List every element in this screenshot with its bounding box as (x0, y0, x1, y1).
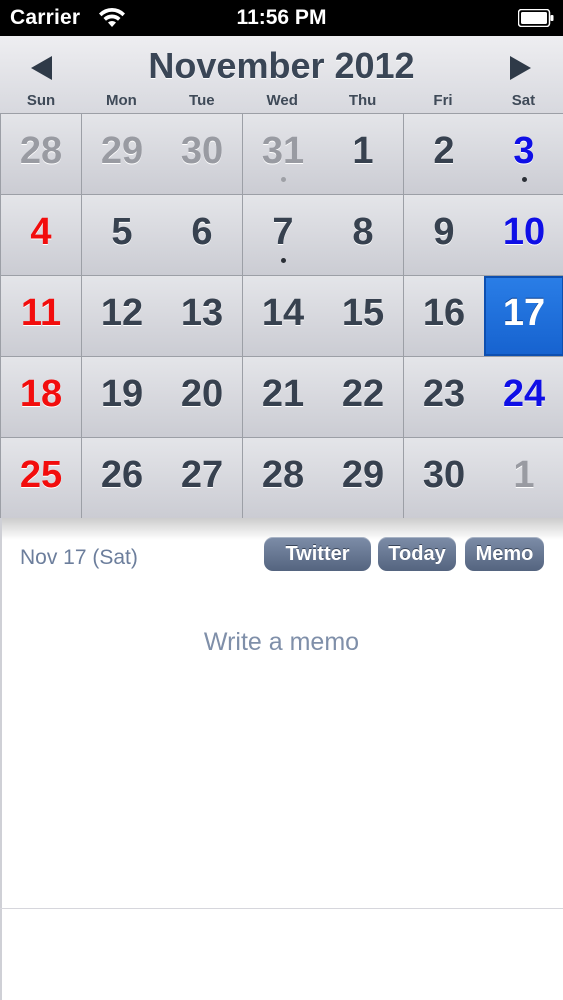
calendar-day[interactable]: 10 (484, 195, 563, 275)
calendar-day[interactable]: 27 (162, 438, 242, 518)
calendar-day[interactable]: 30 (404, 438, 484, 518)
day-number: 1 (352, 130, 374, 172)
weekday-label: Sat (511, 92, 536, 109)
day-number: 30 (180, 130, 224, 172)
calendar-day[interactable]: 3 (484, 114, 563, 194)
status-time: 11:56 PM (236, 6, 327, 29)
calendar-day[interactable]: 22 (323, 357, 403, 437)
event-dot-icon (281, 177, 286, 182)
day-number: 6 (191, 211, 213, 253)
calendar-day[interactable]: 12 (82, 276, 162, 356)
day-number: 23 (422, 373, 466, 415)
day-number: 20 (180, 373, 224, 415)
day-number: 7 (272, 211, 294, 253)
day-number: 2 (433, 130, 455, 172)
calendar-day[interactable]: 19 (82, 357, 162, 437)
day-number: 5 (111, 211, 133, 253)
calendar-grid: 28 29 30 31 1 2 3 4 5 6 7 8 9 10 11 12 13 14 15 16 17 18 19 20 2… (0, 113, 563, 518)
calendar-day-selected[interactable]: 17 (484, 276, 563, 356)
weekday-label: Thu (348, 92, 377, 109)
weekday-label: Sun (26, 92, 56, 109)
day-number: 14 (261, 292, 305, 334)
day-number: 25 (19, 454, 63, 496)
calendar-app-screen: Carrier 11:56 PM November 2012 Sun Mon Tue… (0, 0, 563, 1000)
day-number: 4 (30, 211, 52, 253)
calendar-day[interactable]: 20 (162, 357, 242, 437)
day-number: 8 (352, 211, 374, 253)
day-number: 22 (341, 373, 385, 415)
day-number: 24 (502, 373, 546, 415)
day-number: 12 (100, 292, 144, 334)
calendar-day[interactable]: 6 (162, 195, 242, 275)
calendar-day[interactable]: 14 (243, 276, 323, 356)
day-number: 18 (19, 373, 63, 415)
weekday-label: Wed (266, 92, 298, 109)
calendar-day[interactable]: 30 (162, 114, 242, 194)
next-month-button[interactable] (500, 50, 540, 86)
calendar-day[interactable]: 9 (404, 195, 484, 275)
calendar-day[interactable]: 13 (162, 276, 242, 356)
weekday-header-row: Sun Mon Tue Wed Thu Fri Sat (0, 92, 563, 112)
calendar-day[interactable]: 25 (1, 438, 81, 518)
event-dot-icon (522, 177, 527, 182)
day-number: 28 (19, 130, 63, 172)
weekday-label: Fri (433, 92, 453, 109)
memo-button[interactable]: Memo (465, 537, 544, 571)
status-bar: Carrier 11:56 PM (0, 0, 563, 36)
calendar-day[interactable]: 1 (323, 114, 403, 194)
day-number: 26 (100, 454, 144, 496)
day-number: 28 (261, 454, 305, 496)
day-number: 9 (433, 211, 455, 253)
calendar-day[interactable]: 29 (82, 114, 162, 194)
calendar-day[interactable]: 28 (1, 114, 81, 194)
day-number: 1 (513, 454, 535, 496)
day-number: 3 (513, 130, 535, 172)
weekday-label: Mon (105, 92, 137, 109)
day-number: 19 (100, 373, 144, 415)
calendar-day[interactable]: 4 (1, 195, 81, 275)
calendar-day[interactable]: 5 (82, 195, 162, 275)
month-title: November 2012 (148, 45, 415, 86)
calendar-day[interactable]: 11 (1, 276, 81, 356)
selected-date-label: Nov 17 (Sat) (20, 546, 138, 569)
calendar-day[interactable]: 2 (404, 114, 484, 194)
day-number: 29 (341, 454, 385, 496)
day-number: 31 (261, 130, 305, 172)
calendar-day[interactable]: 28 (243, 438, 323, 518)
day-number: 10 (502, 211, 546, 253)
twitter-button[interactable]: Twitter (264, 537, 371, 571)
battery-icon (518, 9, 554, 27)
day-number: 29 (100, 130, 144, 172)
calendar-day[interactable]: 15 (323, 276, 403, 356)
memo-placeholder[interactable]: Write a memo (0, 628, 563, 657)
day-number: 21 (261, 373, 305, 415)
calendar-header: November 2012 Sun Mon Tue Wed Thu Fri Sat (0, 36, 563, 114)
calendar-day[interactable]: 18 (1, 357, 81, 437)
calendar-day[interactable]: 1 (484, 438, 563, 518)
day-number: 27 (180, 454, 224, 496)
today-button[interactable]: Today (378, 537, 456, 571)
calendar-day[interactable]: 23 (404, 357, 484, 437)
calendar-day[interactable]: 24 (484, 357, 563, 437)
calendar-day[interactable]: 16 (404, 276, 484, 356)
calendar-day[interactable]: 21 (243, 357, 323, 437)
day-number: 16 (422, 292, 466, 334)
day-number: 11 (20, 292, 62, 334)
day-number: 30 (422, 454, 466, 496)
calendar-day[interactable]: 26 (82, 438, 162, 518)
panel-divider (0, 908, 563, 909)
calendar-day[interactable]: 31 (243, 114, 323, 194)
day-number: 13 (180, 292, 224, 334)
weekday-label: Tue (189, 92, 215, 109)
calendar-day[interactable]: 7 (243, 195, 323, 275)
event-dot-icon (281, 258, 286, 263)
day-number: 17 (502, 292, 546, 334)
calendar-day[interactable]: 29 (323, 438, 403, 518)
day-number: 15 (341, 292, 385, 334)
calendar-day[interactable]: 8 (323, 195, 403, 275)
